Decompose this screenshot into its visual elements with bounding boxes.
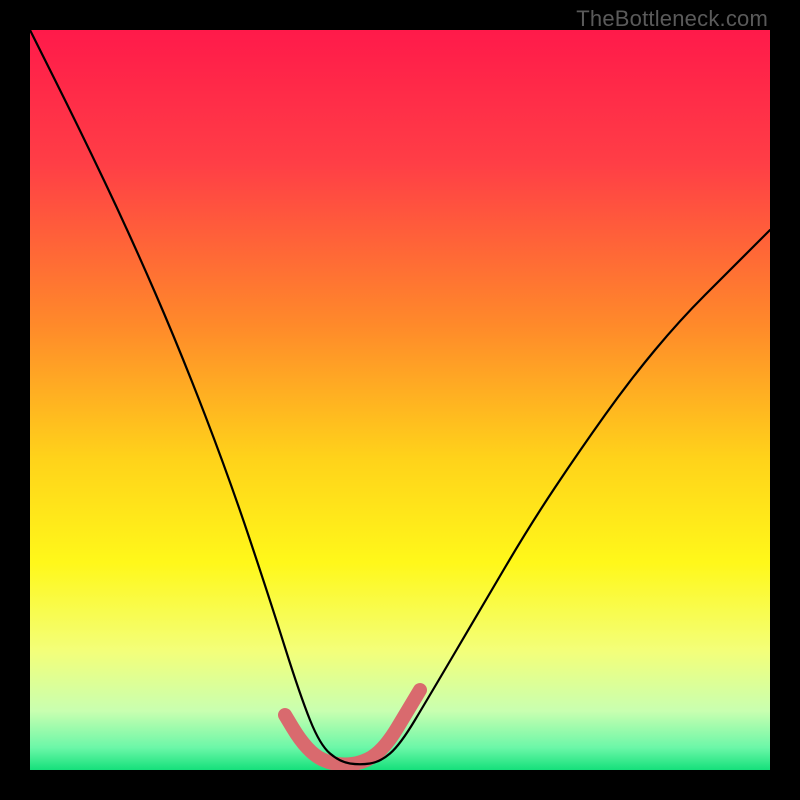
bottom-highlight (285, 690, 420, 765)
watermark-text: TheBottleneck.com (576, 6, 768, 32)
bottleneck-curve (30, 30, 770, 764)
chart-curves (30, 30, 770, 770)
plot-area (30, 30, 770, 770)
chart-frame: TheBottleneck.com (0, 0, 800, 800)
